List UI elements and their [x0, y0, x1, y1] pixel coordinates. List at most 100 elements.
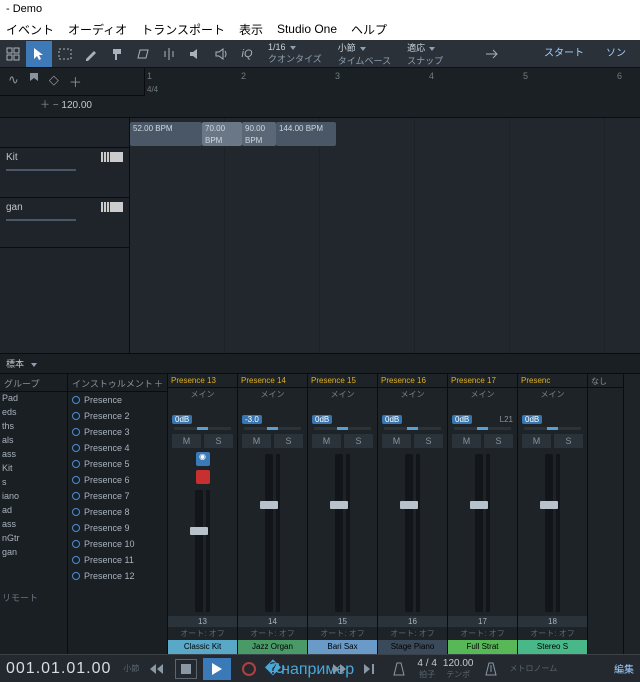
- autoscroll-icon[interactable]: [480, 41, 506, 67]
- browser-item[interactable]: ass: [0, 518, 67, 532]
- pan-slider[interactable]: [454, 427, 511, 430]
- channel-output[interactable]: メイン: [378, 388, 447, 400]
- time-sig[interactable]: 4 / 4拍子: [417, 658, 436, 680]
- db-value[interactable]: 0dB: [452, 415, 472, 424]
- instrument-row[interactable]: Presence 6: [68, 472, 167, 488]
- metronome-icon[interactable]: [479, 659, 503, 679]
- snap-selector[interactable]: 適応スナップ: [399, 40, 451, 67]
- browser-item[interactable]: iano: [0, 490, 67, 504]
- browser-item[interactable]: ad: [0, 504, 67, 518]
- arrow-tool[interactable]: [26, 41, 52, 67]
- mute-button[interactable]: M: [522, 434, 551, 448]
- power-icon[interactable]: [72, 556, 80, 564]
- browser-item[interactable]: nGtr: [0, 532, 67, 546]
- power-icon[interactable]: [72, 524, 80, 532]
- metronome-button[interactable]: [387, 659, 411, 679]
- power-icon[interactable]: [72, 412, 80, 420]
- tempo-clip[interactable]: 52.00 BPM: [130, 122, 202, 146]
- pan-slider[interactable]: [244, 427, 301, 430]
- channel-label[interactable]: Jazz Organ: [238, 640, 307, 654]
- solo-button[interactable]: S: [344, 434, 373, 448]
- instrument-row[interactable]: Presence 5: [68, 456, 167, 472]
- tempo-track-header[interactable]: [0, 118, 129, 148]
- loop-range-button[interactable]: �например: [297, 659, 321, 679]
- fader[interactable]: [518, 450, 587, 616]
- listen-tool[interactable]: [208, 41, 234, 67]
- power-icon[interactable]: [72, 428, 80, 436]
- db-value[interactable]: -3.0: [242, 415, 262, 424]
- fader[interactable]: [168, 486, 237, 616]
- browser-item[interactable]: eds: [0, 406, 67, 420]
- rewind-button[interactable]: [145, 659, 169, 679]
- pan-slider[interactable]: [314, 427, 371, 430]
- tempo-plus[interactable]: ＋: [40, 100, 50, 111]
- record-arm-button[interactable]: [196, 470, 210, 484]
- track-header-1[interactable]: Kit: [0, 148, 129, 198]
- menu-event[interactable]: イベント: [6, 21, 54, 38]
- channel-output[interactable]: メイン: [238, 388, 307, 400]
- channel-label[interactable]: Bari Sax: [308, 640, 377, 654]
- grid-icon[interactable]: [0, 41, 26, 67]
- quantize-selector[interactable]: 1/16クオンタイズ: [260, 40, 330, 67]
- solo-button[interactable]: S: [414, 434, 443, 448]
- instrument-row[interactable]: Presence 4: [68, 440, 167, 456]
- solo-button[interactable]: S: [274, 434, 303, 448]
- channel-output[interactable]: メイン: [308, 388, 377, 400]
- channel-name[interactable]: Presence 16: [378, 374, 447, 388]
- pan-slider[interactable]: [384, 427, 441, 430]
- tempo-value[interactable]: 120.00: [61, 100, 92, 111]
- timecode[interactable]: 001.01.01.00: [6, 660, 111, 678]
- channel-output[interactable]: メイン: [518, 388, 587, 400]
- menu-help[interactable]: ヘルプ: [351, 21, 387, 38]
- browser-item[interactable]: als: [0, 434, 67, 448]
- menu-audio[interactable]: オーディオ: [68, 21, 127, 38]
- automation-mode[interactable]: オート: オフ: [378, 627, 447, 640]
- edit-button[interactable]: 編集: [614, 661, 634, 676]
- plus-icon[interactable]: ＋: [69, 72, 82, 91]
- mute-button[interactable]: M: [382, 434, 411, 448]
- menu-view[interactable]: 表示: [239, 21, 263, 38]
- automation-mode[interactable]: オート: オフ: [168, 627, 237, 640]
- db-value[interactable]: 0dB: [522, 415, 542, 424]
- record-button[interactable]: [237, 659, 261, 679]
- monitor-button[interactable]: ◉: [196, 452, 210, 466]
- info-tool[interactable]: iQ: [234, 41, 260, 67]
- solo-button[interactable]: S: [204, 434, 233, 448]
- instrument-row[interactable]: Presence 10: [68, 536, 167, 552]
- tempo-clip[interactable]: 70.00 BPM: [202, 122, 242, 146]
- fader[interactable]: [308, 450, 377, 616]
- power-icon[interactable]: [72, 572, 80, 580]
- tempo-minus[interactable]: −: [53, 100, 59, 111]
- power-icon[interactable]: [72, 508, 80, 516]
- db-value[interactable]: 0dB: [312, 415, 332, 424]
- power-icon[interactable]: [72, 460, 80, 468]
- instrument-row[interactable]: Presence 2: [68, 408, 167, 424]
- instrument-row[interactable]: Presence: [68, 392, 167, 408]
- song-button[interactable]: ソン: [596, 44, 636, 64]
- tempo-clip[interactable]: 144.00 BPM: [276, 122, 336, 146]
- db-value[interactable]: 0dB: [382, 415, 402, 424]
- channel-name[interactable]: Presence 15: [308, 374, 377, 388]
- tempo-field[interactable]: 120.00テンポ: [443, 658, 474, 680]
- browser-item[interactable]: Kit: [0, 462, 67, 476]
- channel-label[interactable]: Classic Kit: [168, 640, 237, 654]
- solo-button[interactable]: S: [484, 434, 513, 448]
- channel-output[interactable]: メイン: [168, 388, 237, 400]
- channel-name[interactable]: Presence 17: [448, 374, 517, 388]
- channel-none[interactable]: なし: [588, 374, 623, 388]
- channel-label[interactable]: Stage Piano: [378, 640, 447, 654]
- instrument-row[interactable]: Presence 9: [68, 520, 167, 536]
- mute-button[interactable]: M: [452, 434, 481, 448]
- instrument-row[interactable]: Presence 7: [68, 488, 167, 504]
- menu-transport[interactable]: トランスポート: [141, 21, 225, 38]
- fader[interactable]: [238, 450, 307, 616]
- play-button[interactable]: [203, 658, 231, 680]
- power-icon[interactable]: [72, 492, 80, 500]
- automation-mode[interactable]: オート: オフ: [518, 627, 587, 640]
- browser-item[interactable]: gan: [0, 546, 67, 560]
- solo-button[interactable]: S: [554, 434, 583, 448]
- channel-output[interactable]: メイン: [448, 388, 517, 400]
- loop-button[interactable]: ↻: [267, 659, 291, 679]
- tempo-clip[interactable]: 90.00 BPM: [242, 122, 276, 146]
- instrument-row[interactable]: Presence 3: [68, 424, 167, 440]
